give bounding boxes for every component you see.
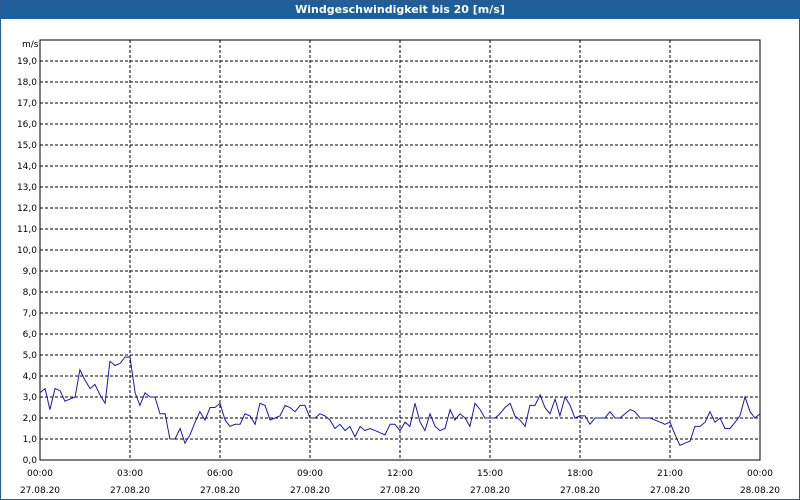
y-tick-label: 7,0 [23,309,38,319]
y-tick-label: 10,0 [17,246,37,256]
y-tick-label: 4,0 [23,372,38,382]
y-tick-label: 3,0 [23,393,38,403]
grid-lines [40,39,760,460]
y-tick-label: 12,0 [17,204,37,214]
y-tick-label: 19,0 [17,57,37,67]
y-tick-label: 13,0 [17,183,37,193]
x-tick-labels: 00:00 27.08.20 03:00 27.08.20 06:00 27.08.20 0… [20,469,780,496]
x-tick-date: 27.08.20 [470,486,510,496]
x-tick-date: 27.08.20 [650,486,690,496]
y-tick-labels: 0,0 1,0 2,0 3,0 4,0 5,0 6,0 7,0 8,0 9,0 10,0 11,0 12… [17,57,37,466]
y-tick-label: 1,0 [23,435,38,445]
x-tick-date: 27.08.20 [110,486,150,496]
y-tick-label: 0,0 [23,456,38,466]
x-tick-date: 27.08.20 [560,486,600,496]
x-tick-time: 09:00 [297,469,323,479]
x-tick-date: 27.08.20 [200,486,240,496]
wind-speed-chart: m/s 0,0 1,0 2,0 3,0 4,0 5,0 6,0 7,0 8,0 9,0 10,0 11… [17,39,780,496]
x-tick-time: 03:00 [117,469,143,479]
y-tick-label: 16,0 [17,120,37,130]
x-tick-time: 18:00 [567,469,593,479]
x-tick-time: 00:00 [27,469,53,479]
y-tick-label: 9,0 [23,267,38,277]
y-tick-label: 14,0 [17,162,37,172]
x-tick-date: 27.08.20 [20,486,60,496]
x-tick-date: 27.08.20 [290,486,330,496]
y-tick-label: 2,0 [23,414,38,424]
y-tick-label: 11,0 [17,225,37,235]
y-tick-label: 15,0 [17,141,37,151]
x-tick-date: 28.08.20 [740,486,780,496]
x-tick-time: 21:00 [657,469,683,479]
x-tick-time: 06:00 [207,469,233,479]
y-tick-label: 8,0 [23,288,38,298]
x-tick-time: 15:00 [477,469,503,479]
y-axis-unit: m/s [22,40,39,50]
y-tick-label: 6,0 [23,330,38,340]
x-tick-time: 00:00 [747,469,773,479]
x-tick-time: 12:00 [387,469,413,479]
y-tick-label: 18,0 [17,78,37,88]
y-tick-label: 17,0 [17,99,37,109]
y-tick-label: 5,0 [23,351,38,361]
x-tick-date: 27.08.20 [380,486,420,496]
